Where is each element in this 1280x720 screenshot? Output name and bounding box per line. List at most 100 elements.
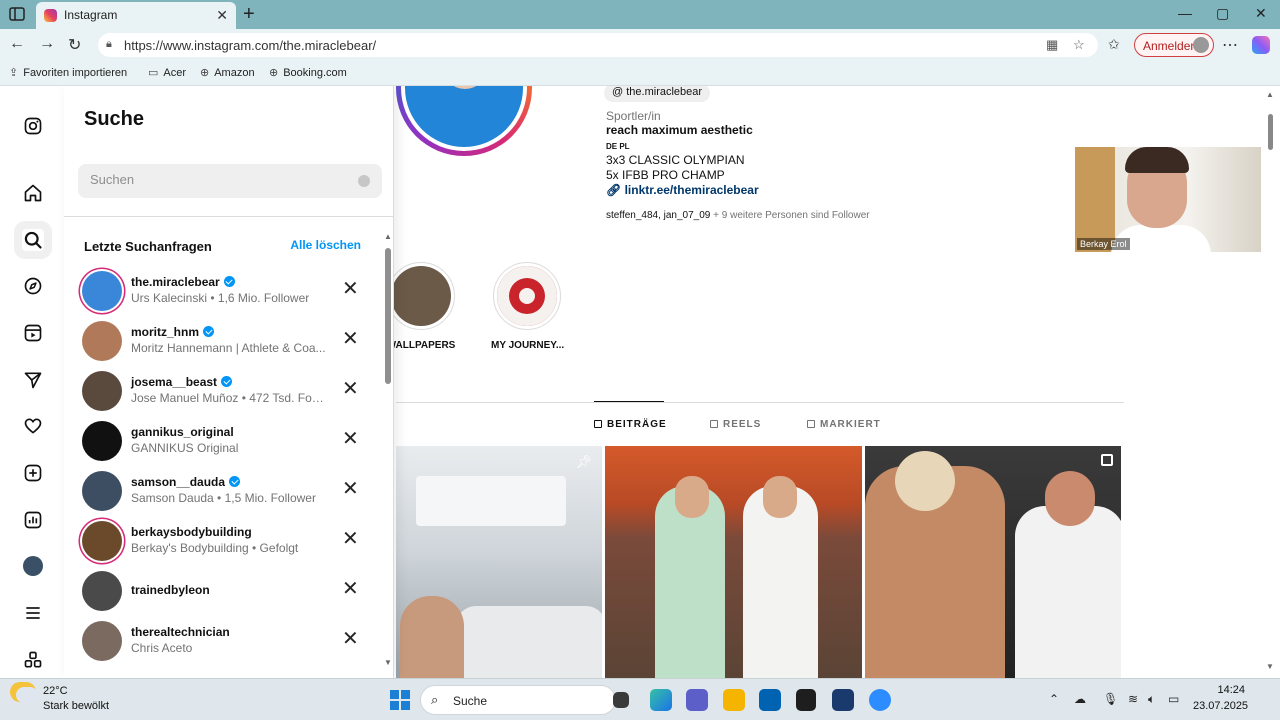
- weather-cloud-icon[interactable]: [16, 687, 38, 703]
- result-avatar: [82, 421, 122, 461]
- weather-description[interactable]: Stark bewölkt: [43, 700, 109, 712]
- remove-result-icon[interactable]: ✕: [342, 279, 359, 299]
- more-options-icon[interactable]: ⋯: [1222, 35, 1238, 55]
- browser-tab-instagram[interactable]: Instagram ✕: [36, 2, 236, 29]
- battery-icon[interactable]: ▭: [1168, 692, 1179, 706]
- close-window-button[interactable]: ✕: [1255, 5, 1267, 22]
- copilot-icon[interactable]: [1252, 36, 1270, 54]
- taskbar-search[interactable]: ⌕ Suche: [420, 685, 616, 715]
- search-icon[interactable]: [22, 229, 44, 251]
- search-result-item[interactable]: moritz_hnm Moritz Hannemann | Athlete & C…: [80, 319, 360, 363]
- also-from-meta-icon[interactable]: [22, 649, 44, 671]
- post-tile[interactable]: [865, 446, 1121, 678]
- temperature[interactable]: 22°C: [43, 685, 68, 697]
- microphone-icon[interactable]: 🎙︎: [1103, 692, 1118, 706]
- forward-arrow-icon[interactable]: →: [39, 35, 55, 53]
- favorite-booking[interactable]: ⊕ Booking.com: [269, 66, 347, 79]
- search-input[interactable]: [90, 172, 340, 187]
- scroll-thumb[interactable]: [1268, 114, 1273, 150]
- edge-icon[interactable]: [650, 689, 672, 711]
- messages-icon[interactable]: [22, 369, 44, 391]
- file-explorer-icon[interactable]: [723, 689, 745, 711]
- remove-result-icon[interactable]: ✕: [342, 379, 359, 399]
- taskview-icon[interactable]: [613, 692, 629, 708]
- more-menu-icon[interactable]: [22, 602, 44, 624]
- highlight-wallpapers[interactable]: WALLPAPERS: [385, 262, 457, 351]
- b-app-icon[interactable]: [832, 689, 854, 711]
- search-result-item[interactable]: trainedbyleon ✕: [80, 569, 360, 613]
- wifi-icon[interactable]: ≋: [1128, 692, 1138, 706]
- tab-reels[interactable]: REELS: [710, 419, 761, 430]
- clear-search-icon[interactable]: [358, 175, 370, 187]
- url-field[interactable]: 🔒︎ https://www.instagram.com/the.miracle…: [98, 33, 1098, 57]
- minimize-window-button[interactable]: —: [1178, 5, 1192, 21]
- result-avatar: [82, 571, 122, 611]
- search-result-item[interactable]: the.miraclebear Urs Kalecinski • 1,6 Mio.…: [80, 269, 360, 313]
- highlight-my-journey[interactable]: MY JOURNEY...: [491, 262, 564, 351]
- explore-icon[interactable]: [22, 275, 44, 297]
- remove-result-icon[interactable]: ✕: [342, 329, 359, 349]
- favorite-acer[interactable]: ▭ Acer: [148, 66, 186, 79]
- tab-tagged[interactable]: MARKIERT: [807, 419, 881, 430]
- threads-badge[interactable]: @ the.miraclebear: [604, 86, 711, 102]
- app-available-icon[interactable]: ▦: [1046, 37, 1058, 53]
- new-tab-button[interactable]: +: [243, 3, 255, 26]
- page-scrollbar[interactable]: ▲ ▼: [1264, 86, 1278, 678]
- close-tab-icon[interactable]: ✕: [216, 7, 228, 24]
- favorites-list-icon[interactable]: ✩: [1108, 36, 1120, 53]
- scroll-down-arrow-icon[interactable]: ▼: [384, 658, 392, 667]
- reels-icon[interactable]: [22, 322, 44, 344]
- scroll-up-arrow-icon[interactable]: ▲: [384, 232, 392, 241]
- onedrive-icon[interactable]: ☁︎: [1074, 692, 1086, 706]
- favorite-amazon[interactable]: ⊕ Amazon: [200, 66, 255, 79]
- post-tile[interactable]: 📌︎: [396, 446, 602, 678]
- tab-posts[interactable]: BEITRÄGE: [594, 419, 667, 430]
- search-field[interactable]: [78, 164, 382, 198]
- back-arrow-icon[interactable]: ←: [9, 35, 25, 53]
- create-plus-icon[interactable]: [22, 462, 44, 484]
- clear-all-button[interactable]: Alle löschen: [290, 238, 361, 252]
- search-result-item[interactable]: gannikus_original GANNIKUS Original ✕: [80, 419, 360, 463]
- dashboard-icon[interactable]: [22, 509, 44, 531]
- favorite-star-icon[interactable]: ☆: [1073, 37, 1085, 53]
- search-result-item[interactable]: berkaysbodybuilding Berkay's Bodybuilding…: [80, 519, 360, 563]
- refresh-icon[interactable]: ↻: [68, 35, 81, 55]
- teams-icon[interactable]: [686, 689, 708, 711]
- windows-start-icon[interactable]: [390, 690, 410, 710]
- globe-icon: ⊕: [269, 67, 279, 79]
- tab-actions-icon[interactable]: [8, 5, 26, 23]
- remove-result-icon[interactable]: ✕: [342, 479, 359, 499]
- notifications-heart-icon[interactable]: [22, 415, 44, 437]
- scroll-up-arrow-icon[interactable]: ▲: [1266, 90, 1274, 99]
- panel-scrollbar[interactable]: ▲ ▼: [384, 232, 392, 670]
- profile-avatar[interactable]: [22, 555, 44, 577]
- search-result-item[interactable]: therealtechnician Chris Aceto ✕: [80, 619, 360, 663]
- dropbox-icon[interactable]: [796, 689, 816, 711]
- scroll-thumb[interactable]: [385, 248, 391, 384]
- volume-icon[interactable]: 🔈︎: [1148, 692, 1155, 707]
- search-result-item[interactable]: josema__beast Jose Manuel Muñoz • 472 Tsd…: [80, 369, 360, 413]
- search-result-item[interactable]: samson__dauda Samson Dauda • 1,5 Mio. Fol…: [80, 469, 360, 513]
- instagram-logo-icon[interactable]: [22, 115, 44, 137]
- tray-chevron-icon[interactable]: ⌃: [1049, 692, 1059, 706]
- clock-time[interactable]: 14:24: [1193, 684, 1245, 696]
- home-icon[interactable]: [22, 182, 44, 204]
- video-call-tile[interactable]: Berkay Erol: [1075, 147, 1261, 252]
- clock-date[interactable]: 23.07.2025: [1193, 700, 1248, 712]
- followed-by[interactable]: steffen_484, jan_07_09 + 9 weitere Perso…: [606, 210, 870, 221]
- tab-label: REELS: [723, 419, 762, 430]
- profile-picture[interactable]: [396, 86, 532, 156]
- zoom-icon[interactable]: [869, 689, 891, 711]
- link-icon: 🔗︎: [606, 183, 625, 197]
- remove-result-icon[interactable]: ✕: [342, 529, 359, 549]
- post-tile[interactable]: [605, 446, 862, 678]
- favorite-import[interactable]: ⇪ Favoriten importieren: [9, 66, 127, 79]
- maximize-window-button[interactable]: ▢: [1216, 5, 1229, 22]
- remove-result-icon[interactable]: ✕: [342, 429, 359, 449]
- store-icon[interactable]: [759, 689, 781, 711]
- signin-button[interactable]: Anmelden: [1134, 33, 1214, 57]
- remove-result-icon[interactable]: ✕: [342, 629, 359, 649]
- remove-result-icon[interactable]: ✕: [342, 579, 359, 599]
- scroll-down-arrow-icon[interactable]: ▼: [1266, 662, 1274, 671]
- profile-link[interactable]: 🔗︎ linktr.ee/themiraclebear: [606, 183, 759, 197]
